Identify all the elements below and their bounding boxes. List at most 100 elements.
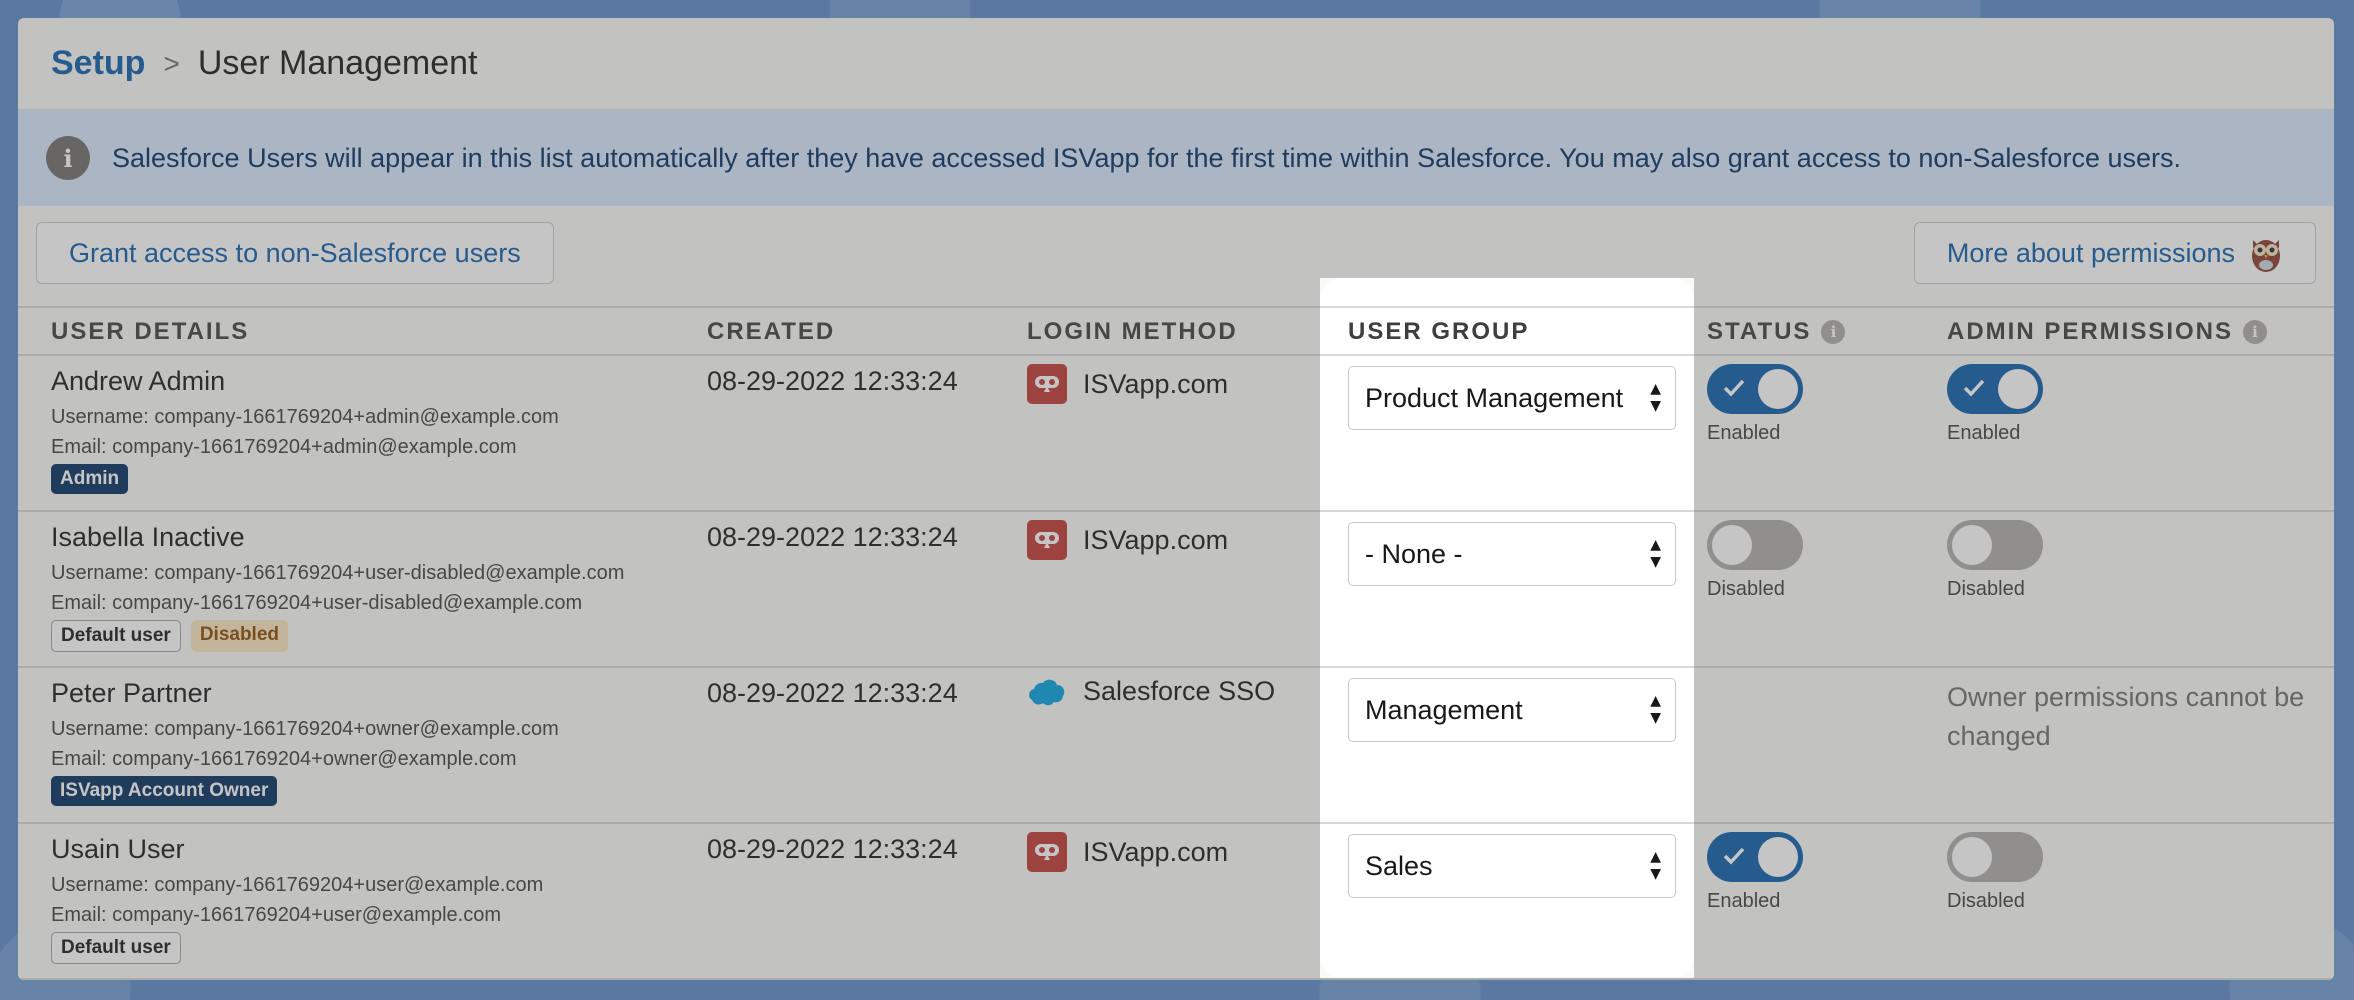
created-date: 08-29-2022 12:33:24: [707, 522, 958, 552]
user-group-select[interactable]: Management ▲ ▼: [1348, 678, 1676, 742]
admin-toggle-label: Enabled: [1947, 422, 2021, 444]
info-banner: i Salesforce Users will appear in this l…: [18, 110, 2334, 206]
default-user-badge: Default user: [51, 932, 181, 964]
user-badges: Admin: [51, 464, 129, 494]
user-badges: ISVapp Account Owner: [51, 776, 278, 806]
status-toggle[interactable]: [1707, 520, 1803, 570]
column-header-login-method: LOGIN METHOD: [1027, 318, 1238, 345]
status-toggle-group: Disabled: [1707, 520, 1803, 601]
admin-permission-toggle[interactable]: [1947, 364, 2043, 414]
column-header-user-details: USER DETAILS: [51, 318, 250, 345]
login-method: ISVapp.com: [1027, 520, 1228, 560]
user-email: Email: company-1661769204+user@example.c…: [51, 904, 501, 926]
admin-permission-toggle[interactable]: [1947, 832, 2043, 882]
table-row: Usain User Username: company-1661769204+…: [18, 824, 2334, 980]
check-icon: [1963, 379, 1985, 397]
user-email: Email: company-1661769204+admin@example.…: [51, 436, 517, 458]
admin-toggle-group: Disabled: [1947, 832, 2043, 913]
user-username: Username: company-1661769204+user@exampl…: [51, 874, 544, 896]
info-banner-text: Salesforce Users will appear in this lis…: [112, 142, 2181, 173]
created-date: 08-29-2022 12:33:24: [707, 834, 958, 864]
user-group-value: Sales: [1365, 850, 1433, 881]
column-header-admin-permissions: ADMIN PERMISSIONS i: [1947, 318, 2268, 346]
login-method-label: ISVapp.com: [1083, 368, 1229, 399]
user-email: Email: company-1661769204+owner@example.…: [51, 748, 517, 770]
account-owner-badge: ISVapp Account Owner: [51, 776, 278, 806]
user-email: Email: company-1661769204+user-disabled@…: [51, 592, 583, 614]
admin-header-label: ADMIN PERMISSIONS: [1947, 318, 2234, 345]
user-username: Username: company-1661769204+owner@examp…: [51, 718, 559, 740]
created-date: 08-29-2022 12:33:24: [707, 678, 958, 708]
status-toggle-label: Enabled: [1707, 422, 1781, 444]
breadcrumb-setup-link[interactable]: Setup: [51, 44, 145, 83]
user-badges: Default user: [51, 932, 181, 964]
actions-bar: Grant access to non-Salesforce users Mor…: [18, 206, 2334, 306]
breadcrumb-separator: >: [163, 47, 180, 79]
admin-info-icon[interactable]: i: [2243, 320, 2268, 344]
user-name: Usain User: [51, 834, 185, 864]
disabled-badge: Disabled: [190, 620, 289, 652]
login-method: ISVapp.com: [1027, 364, 1228, 404]
status-toggle-label: Disabled: [1707, 578, 1785, 600]
created-date: 08-29-2022 12:33:24: [707, 366, 958, 396]
page-title: User Management: [197, 44, 478, 82]
grant-access-button-label: Grant access to non-Salesforce users: [69, 237, 521, 268]
isvapp-logo-icon: [1027, 364, 1067, 404]
status-header-label: STATUS: [1707, 318, 1812, 345]
status-toggle-label: Enabled: [1707, 890, 1781, 912]
status-toggle-group: Enabled: [1707, 364, 1803, 445]
status-toggle[interactable]: [1707, 832, 1803, 882]
column-header-status: STATUS i: [1707, 318, 1846, 346]
user-group-value: Management: [1365, 694, 1523, 725]
user-badges: Default user Disabled: [51, 620, 289, 652]
check-icon: [1723, 847, 1745, 865]
user-group-select[interactable]: Product Management ▲ ▼: [1348, 366, 1676, 430]
admin-toggle-label: Disabled: [1947, 578, 2025, 600]
check-icon: [1723, 379, 1745, 397]
breadcrumb: Setup > User Management: [18, 18, 2334, 110]
more-about-permissions-label: More about permissions: [1946, 237, 2235, 268]
user-name: Andrew Admin: [51, 366, 226, 396]
user-name: Peter Partner: [51, 678, 212, 708]
status-toggle[interactable]: [1707, 364, 1803, 414]
admin-toggle-group: Disabled: [1947, 520, 2043, 601]
login-method: Salesforce SSO: [1027, 676, 1275, 707]
isvapp-logo-icon: [1027, 520, 1067, 560]
isvapp-logo-icon: [1027, 832, 1067, 872]
salesforce-cloud-icon: [1029, 679, 1065, 705]
table-row: Isabella Inactive Username: company-1661…: [18, 512, 2334, 668]
column-header-created: CREATED: [707, 318, 836, 345]
login-method: ISVapp.com: [1027, 832, 1228, 872]
user-management-panel: Setup > User Management i Salesforce Use…: [18, 18, 2334, 980]
select-arrows-icon: ▲ ▼: [1650, 537, 1661, 570]
select-arrows-icon: ▲ ▼: [1650, 693, 1661, 726]
user-name: Isabella Inactive: [51, 522, 245, 552]
admin-badge: Admin: [51, 464, 129, 494]
more-about-permissions-button[interactable]: More about permissions: [1913, 222, 2316, 284]
admin-toggle-group: Enabled: [1947, 364, 2043, 445]
admin-permission-toggle[interactable]: [1947, 520, 2043, 570]
default-user-badge: Default user: [51, 620, 181, 652]
table-row: Andrew Admin Username: company-166176920…: [18, 356, 2334, 512]
status-info-icon[interactable]: i: [1821, 320, 1846, 344]
info-icon: i: [46, 136, 90, 180]
user-group-select[interactable]: - None - ▲ ▼: [1348, 522, 1676, 586]
admin-toggle-label: Disabled: [1947, 890, 2025, 912]
select-arrows-icon: ▲ ▼: [1650, 849, 1661, 882]
user-group-select[interactable]: Sales ▲ ▼: [1348, 834, 1676, 898]
status-toggle-group: Enabled: [1707, 832, 1803, 913]
login-method-label: ISVapp.com: [1083, 836, 1229, 867]
user-username: Username: company-1661769204+admin@examp…: [51, 406, 559, 428]
owl-mascot-icon: [2252, 240, 2280, 272]
select-arrows-icon: ▲ ▼: [1650, 381, 1661, 414]
user-group-value: Product Management: [1365, 382, 1624, 413]
table-row: Peter Partner Username: company-16617692…: [18, 668, 2334, 824]
user-username: Username: company-1661769204+user-disabl…: [51, 562, 625, 584]
table-header: USER DETAILS CREATED LOGIN METHOD USER G…: [18, 306, 2334, 356]
column-header-user-group: USER GROUP: [1348, 318, 1530, 345]
owner-permissions-note: Owner permissions cannot be changed: [1947, 682, 2305, 751]
login-method-label: Salesforce SSO: [1083, 676, 1276, 706]
grant-access-button[interactable]: Grant access to non-Salesforce users: [36, 222, 554, 284]
login-method-label: ISVapp.com: [1083, 524, 1229, 555]
user-group-value: - None -: [1365, 538, 1463, 569]
